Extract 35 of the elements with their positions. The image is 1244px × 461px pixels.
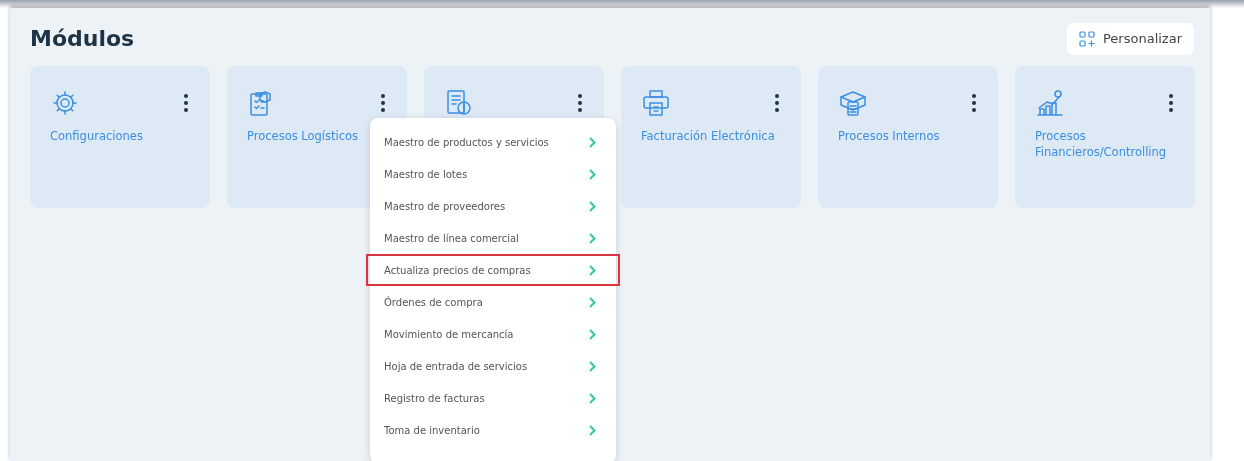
chevron-right-icon [589,296,596,308]
bar-chart-coin-icon [1035,88,1065,118]
chevron-right-icon [589,360,596,372]
menu-item[interactable]: Maestro de línea comercial [366,222,620,254]
module-title: Configuraciones [50,128,144,144]
module-title: Procesos Internos [838,128,941,144]
menu-item[interactable]: Movimiento de mercancía [366,318,620,350]
invoice-coin-icon [444,88,474,118]
menu-item[interactable]: Órdenes de compra [366,286,620,318]
chevron-right-icon [589,200,596,212]
printer-icon [641,88,671,118]
chevron-right-icon [589,136,596,148]
add-grid-icon [1079,30,1095,47]
more-options-icon[interactable] [775,94,779,112]
more-options-icon[interactable] [972,94,976,112]
module-title: Procesos Financieros/Controlling [1035,128,1168,160]
more-options-icon[interactable] [578,94,582,112]
menu-item[interactable]: Toma de inventario [366,414,620,446]
chevron-right-icon [589,392,596,404]
gear-icon [50,88,80,118]
chevron-right-icon [589,232,596,244]
customize-button[interactable]: Personalizar [1067,22,1194,55]
chevron-right-icon [589,264,596,276]
menu-item[interactable]: Hoja de entrada de servicios [366,350,620,382]
module-title: Facturación Electrónica [641,128,776,144]
menu-item[interactable]: Actualiza precios de compras [366,254,620,286]
page-title: Módulos [30,25,135,53]
more-options-icon[interactable] [381,94,385,112]
box-document-icon [838,88,868,118]
chevron-right-icon [589,328,596,340]
chevron-right-icon [589,168,596,180]
chevron-right-icon [589,424,596,436]
menu-item[interactable]: Registro de facturas [366,382,620,414]
more-options-icon[interactable] [184,94,188,112]
more-options-icon[interactable] [1169,94,1173,112]
